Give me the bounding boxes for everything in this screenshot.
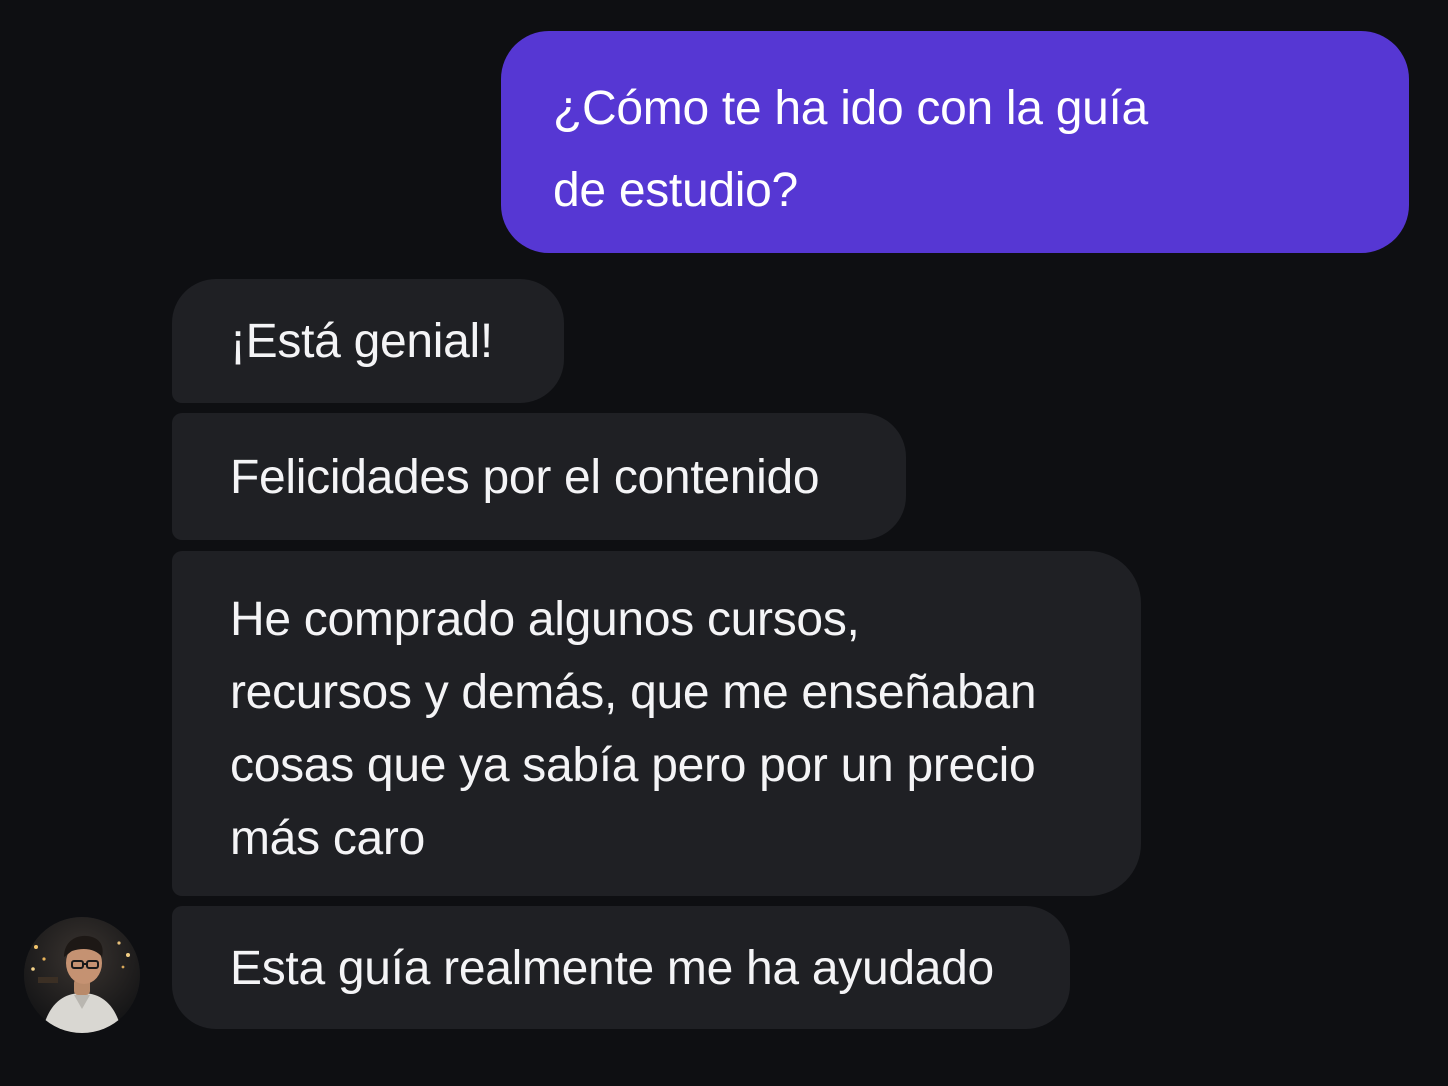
message-text-line: recursos y demás, que me enseñaban [230,666,1037,719]
message-text-line: cosas que ya sabía pero por un precio [230,739,1036,792]
sent-message-bubble[interactable]: ¿Cómo te ha ido con la guía de estudio? [501,31,1409,253]
message-text-line: de estudio? [553,164,798,217]
received-message-bubble[interactable]: Felicidades por el contenido [172,413,906,540]
received-message-bubble[interactable]: Esta guía realmente me ha ayudado [172,906,1070,1029]
message-text: ¡Está genial! [230,315,493,368]
chat-thread: ¿Cómo te ha ido con la guía de estudio? … [0,0,1448,1086]
user-avatar-icon [24,917,140,1033]
message-text-line: ¿Cómo te ha ido con la guía [553,82,1148,135]
avatar[interactable] [24,917,140,1033]
message-text-line: más caro [230,812,425,865]
message-text: Esta guía realmente me ha ayudado [230,942,994,995]
message-text-line: He comprado algunos cursos, [230,593,860,646]
received-message-bubble[interactable]: He comprado algunos cursos, recursos y d… [172,551,1141,896]
message-text: Felicidades por el contenido [230,451,820,504]
received-message-bubble[interactable]: ¡Está genial! [172,279,564,403]
